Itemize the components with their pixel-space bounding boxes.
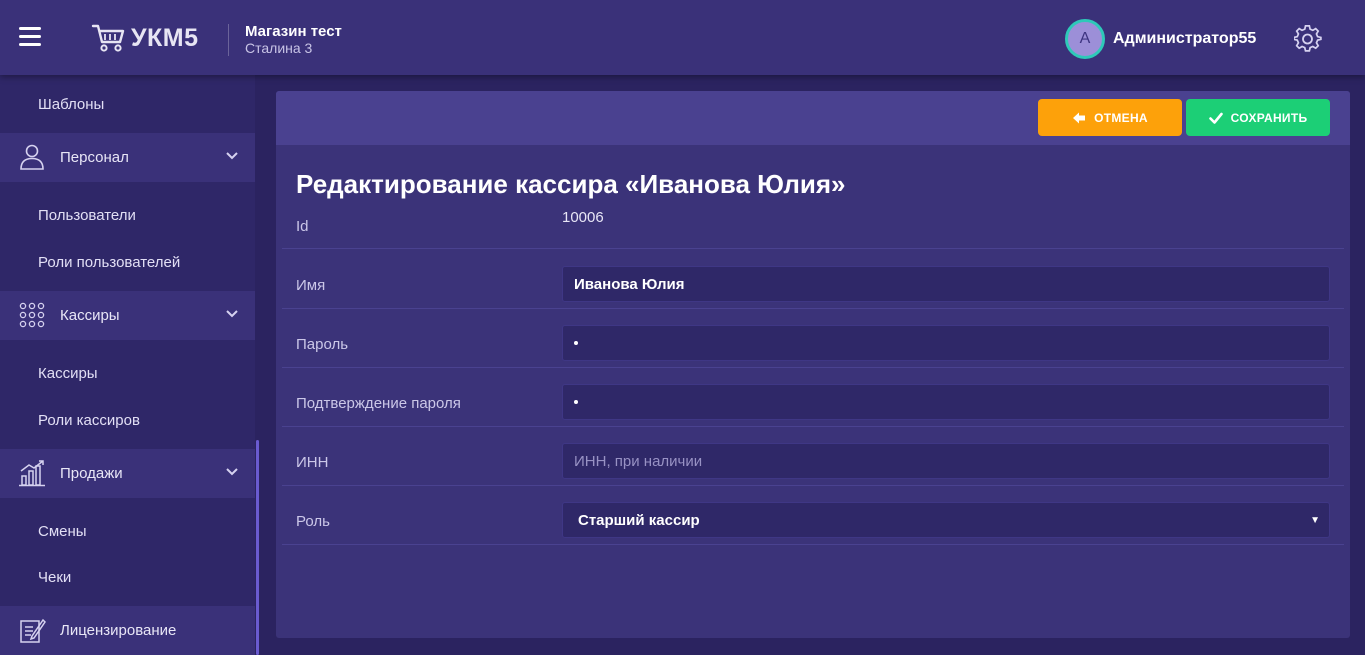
sidebar-group-label: Персонал [60, 149, 129, 166]
password-row: Пароль [282, 309, 1344, 368]
sidebar-scrollbar[interactable] [255, 75, 260, 655]
sidebar-item-cashiers[interactable]: Кассиры [0, 350, 255, 397]
password-label: Пароль [296, 336, 349, 353]
password-confirm-label: Подтверждение пароля [296, 395, 461, 412]
top-bar: УКМ5 Магазин тест Сталина 3 А Администра… [0, 0, 1365, 75]
caret-down-icon: ▼ [1310, 515, 1320, 526]
inn-label: ИНН [296, 454, 329, 471]
name-row: Имя Иванова Юлия [282, 250, 1344, 309]
sidebar-item-label: Роли кассиров [38, 412, 140, 429]
edit-cashier-card: ОТМЕНА СОХРАНИТЬ Редактирование кассира … [276, 91, 1350, 638]
store-name: Магазин тест [245, 23, 342, 40]
password-mask-dot [574, 341, 578, 345]
password-confirm-input[interactable] [562, 384, 1330, 420]
store-address: Сталина 3 [245, 40, 313, 56]
password-mask-dot [574, 400, 578, 404]
menu-icon[interactable] [19, 27, 41, 47]
sidebar-item-cashier-roles[interactable]: Роли кассиров [0, 397, 255, 444]
arrow-left-icon [1073, 112, 1086, 123]
password-confirm-row: Подтверждение пароля [282, 368, 1344, 427]
sidebar-item-shifts[interactable]: Смены [0, 508, 255, 555]
sidebar-item-label: Роли пользователей [38, 254, 181, 271]
sidebar-item-label: Шаблоны [38, 96, 105, 113]
inn-row: ИНН ИНН, при наличии [282, 427, 1344, 486]
sidebar-group-label: Кассиры [60, 307, 120, 324]
id-value: 10006 [562, 209, 604, 226]
inn-input-placeholder: ИНН, при наличии [574, 452, 703, 470]
chevron-down-icon [226, 468, 238, 476]
save-button-label: СОХРАНИТЬ [1230, 110, 1308, 125]
sidebar-group-staff[interactable]: Персонал [0, 133, 255, 182]
cancel-button-label: ОТМЕНА [1094, 110, 1148, 125]
role-row: Роль Старший кассир ▼ [282, 486, 1344, 545]
role-label: Роль [296, 513, 330, 530]
sidebar-item-receipts[interactable]: Чеки [0, 554, 255, 601]
card-toolbar: ОТМЕНА СОХРАНИТЬ [276, 91, 1350, 145]
grid-dots-icon [19, 302, 45, 328]
password-input[interactable] [562, 325, 1330, 361]
cancel-button[interactable]: ОТМЕНА [1038, 99, 1182, 136]
cart-icon [91, 24, 125, 52]
sidebar-item-users[interactable]: Пользователи [0, 192, 255, 239]
header-divider [228, 24, 229, 56]
scrollbar-thumb[interactable] [256, 440, 259, 655]
sidebar-group-sales[interactable]: Продажи [0, 449, 255, 498]
sidebar-group-cashiers[interactable]: Кассиры [0, 291, 255, 340]
chevron-down-icon [226, 310, 238, 318]
store-info: Магазин тест Сталина 3 [245, 23, 342, 57]
inn-input[interactable]: ИНН, при наличии [562, 443, 1330, 479]
avatar[interactable]: А [1065, 19, 1105, 59]
role-select-value: Старший кассир [578, 511, 700, 529]
logo-text: УКМ5 [131, 23, 199, 52]
name-label: Имя [296, 277, 326, 294]
user-icon [20, 144, 44, 170]
edit-document-icon [20, 618, 46, 643]
sidebar-item-label: Кассиры [38, 365, 98, 382]
name-input[interactable]: Иванова Юлия [562, 266, 1330, 302]
chevron-down-icon [226, 152, 238, 160]
sidebar-group-label: Лицензирование [60, 622, 177, 639]
role-select[interactable]: Старший кассир ▼ [562, 502, 1330, 538]
save-button[interactable]: СОХРАНИТЬ [1186, 99, 1330, 136]
id-label: Id [296, 218, 309, 235]
sidebar-item-label: Пользователи [38, 207, 136, 224]
logo[interactable]: УКМ5 [91, 20, 199, 56]
sidebar-group-label: Продажи [60, 465, 123, 482]
gear-icon[interactable] [1294, 25, 1322, 53]
sidebar: Шаблоны Персонал Пользователи Роли польз… [0, 75, 255, 655]
name-input-value: Иванова Юлия [574, 275, 685, 293]
sidebar-item-user-roles[interactable]: Роли пользователей [0, 239, 255, 286]
username[interactable]: Администратор55 [1113, 30, 1256, 48]
id-row: Id 10006 [282, 190, 1344, 249]
sidebar-item-label: Чеки [38, 569, 72, 586]
check-icon [1208, 112, 1223, 124]
sidebar-group-licensing[interactable]: Лицензирование [0, 606, 255, 655]
bar-chart-icon [19, 460, 45, 487]
sidebar-item-label: Смены [38, 523, 87, 540]
avatar-letter: А [1079, 30, 1091, 47]
sidebar-item-templates[interactable]: Шаблоны [0, 81, 255, 128]
